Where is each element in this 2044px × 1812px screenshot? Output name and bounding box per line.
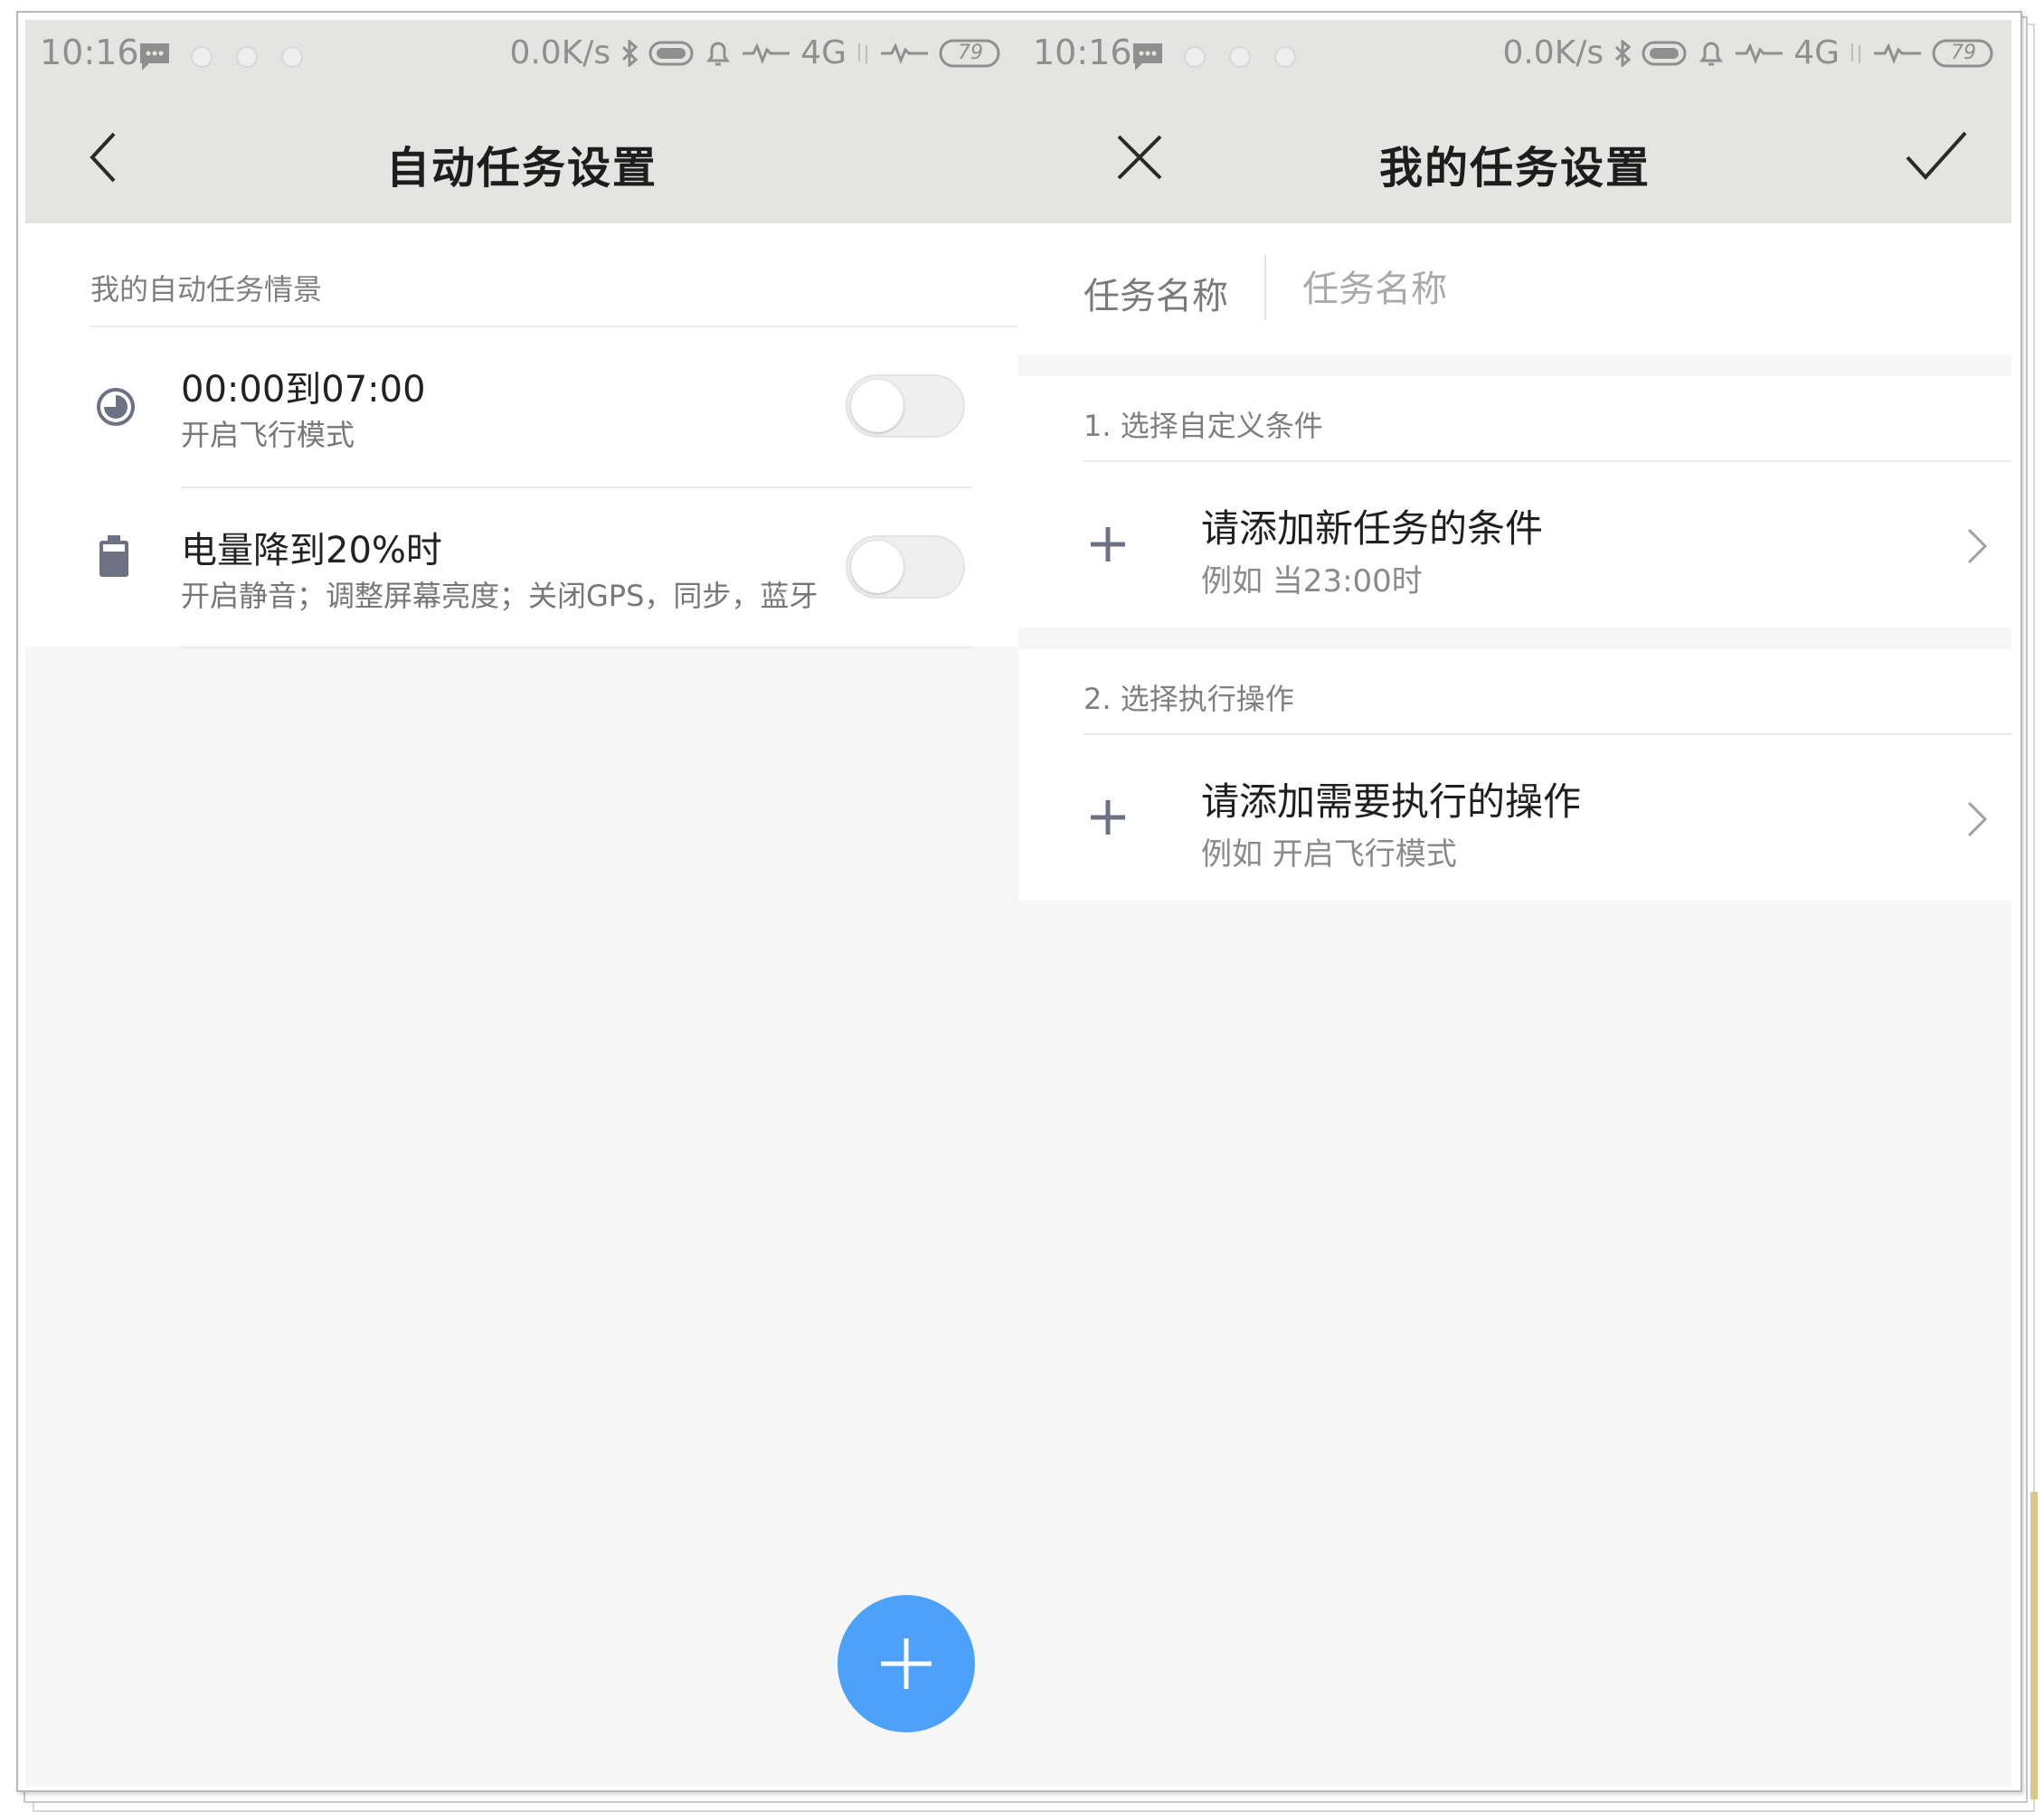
task-name-label: 任务名称 (1084, 276, 1228, 317)
battery-saver-icon (1642, 41, 1687, 65)
battery-saver-icon (648, 41, 694, 65)
notification-dot-icon (281, 46, 303, 68)
bluetooth-icon (622, 39, 639, 67)
signal-wave-icon (743, 42, 790, 64)
clock-icon (97, 388, 135, 426)
task-toggle[interactable] (846, 535, 965, 599)
status-bar: 10:16 0.0K/s 4G 79 (1018, 20, 2011, 92)
item-title: 请添加需要执行的操作 (1201, 779, 1582, 824)
signal-wave-icon (1874, 42, 1921, 64)
task-name-row: 任务名称 (1018, 223, 2011, 354)
task-row[interactable]: 00:00到07:00 开启飞行模式 (25, 327, 1018, 486)
task-row[interactable]: 电量降到20%时 开启静音；调整屏幕亮度；关闭GPS，同步，蓝牙 (25, 488, 1018, 647)
condition-section: 1. 选择自定义条件 请添加新任务的条件 例如 当23:00时 (1018, 376, 2011, 628)
section-header: 1. 选择自定义条件 (1084, 409, 1323, 443)
notification-dot-icon (1229, 46, 1251, 68)
plus-icon (1091, 527, 1125, 562)
battery-icon (99, 535, 128, 577)
notification-dot-icon (1184, 46, 1206, 68)
task-name-input[interactable] (1301, 263, 1937, 316)
bluetooth-icon (1615, 39, 1632, 67)
message-icon (1133, 43, 1162, 71)
toggle-knob (851, 541, 904, 593)
net-speed: 0.0K/s (509, 34, 611, 71)
data-arrows-icon (858, 42, 867, 63)
my-task-settings-screen: 10:16 0.0K/s 4G 79 我的任务设置 任务名称 任务名称 1. 选… (1018, 20, 2011, 1787)
status-right-group: 0.0K/s 4G 79 (509, 34, 1002, 71)
title-bar: 自动任务设置 (25, 92, 1018, 223)
page-title: 我的任务设置 (1378, 143, 1651, 193)
alarm-bell-icon (1699, 42, 1724, 65)
task-toggle[interactable] (846, 374, 965, 438)
auto-task-screen: 10:16 0.0K/s 4G 79 自动任务设置 我的自动任务情景 00:00… (25, 20, 1018, 1787)
message-icon (140, 43, 169, 71)
add-condition-item[interactable]: 请添加新任务的条件 例如 当23:00时 (1018, 462, 2011, 628)
task-subtitle: 开启飞行模式 (181, 418, 355, 452)
toggle-knob (851, 380, 904, 432)
status-time: 10:16 (1033, 33, 1132, 72)
field-separator (1264, 255, 1266, 320)
row-divider (181, 646, 971, 648)
item-title: 请添加新任务的条件 (1201, 506, 1544, 551)
notification-dot-icon (191, 46, 213, 68)
task-title: 00:00到07:00 (181, 369, 426, 411)
alarm-bell-icon (706, 42, 731, 65)
item-subtitle: 例如 开启飞行模式 (1201, 836, 1457, 873)
section-header: 2. 选择执行操作 (1084, 682, 1294, 716)
chevron-right-icon (1967, 801, 1988, 837)
status-bar: 10:16 0.0K/s 4G 79 (25, 20, 1018, 92)
section-label: 我的自动任务情景 (90, 272, 323, 307)
signal-wave-icon (881, 42, 928, 64)
notification-dot-icon (236, 46, 258, 68)
status-right-group: 0.0K/s 4G 79 (1502, 34, 1995, 71)
status-time: 10:16 (40, 33, 139, 72)
signal-wave-icon (1736, 42, 1784, 64)
network-type: 4G (1793, 34, 1840, 71)
net-speed: 0.0K/s (1502, 34, 1604, 71)
battery-icon: 79 (1932, 38, 1995, 69)
task-title: 电量降到20%时 (181, 530, 442, 571)
battery-level: 79 (958, 41, 983, 64)
data-arrows-icon (1851, 42, 1860, 63)
battery-icon: 79 (939, 38, 1002, 69)
chevron-right-icon (1967, 528, 1988, 564)
network-type: 4G (800, 34, 847, 71)
plus-icon (1091, 800, 1125, 835)
battery-level: 79 (1951, 41, 1976, 64)
notification-dot-icon (1274, 46, 1296, 68)
screenshots-container: 10:16 0.0K/s 4G 79 自动任务设置 我的自动任务情景 00:00… (25, 20, 2011, 1787)
item-subtitle: 例如 当23:00时 (1201, 563, 1423, 599)
task-subtitle: 开启静音；调整屏幕亮度；关闭GPS，同步，蓝牙 (181, 579, 819, 613)
page-title: 自动任务设置 (385, 143, 658, 193)
task-list-card: 我的自动任务情景 00:00到07:00 开启飞行模式 电量降到20%时 开启静… (25, 223, 1018, 648)
title-bar: 我的任务设置 (1018, 92, 2011, 223)
add-action-item[interactable]: 请添加需要执行的操作 例如 开启飞行模式 (1018, 735, 2011, 901)
add-task-fab[interactable] (837, 1595, 975, 1732)
edge-accent (2030, 1492, 2038, 1799)
plus-icon (881, 1638, 932, 1689)
check-icon[interactable] (1905, 130, 1968, 181)
action-section: 2. 选择执行操作 请添加需要执行的操作 例如 开启飞行模式 (1018, 649, 2011, 901)
